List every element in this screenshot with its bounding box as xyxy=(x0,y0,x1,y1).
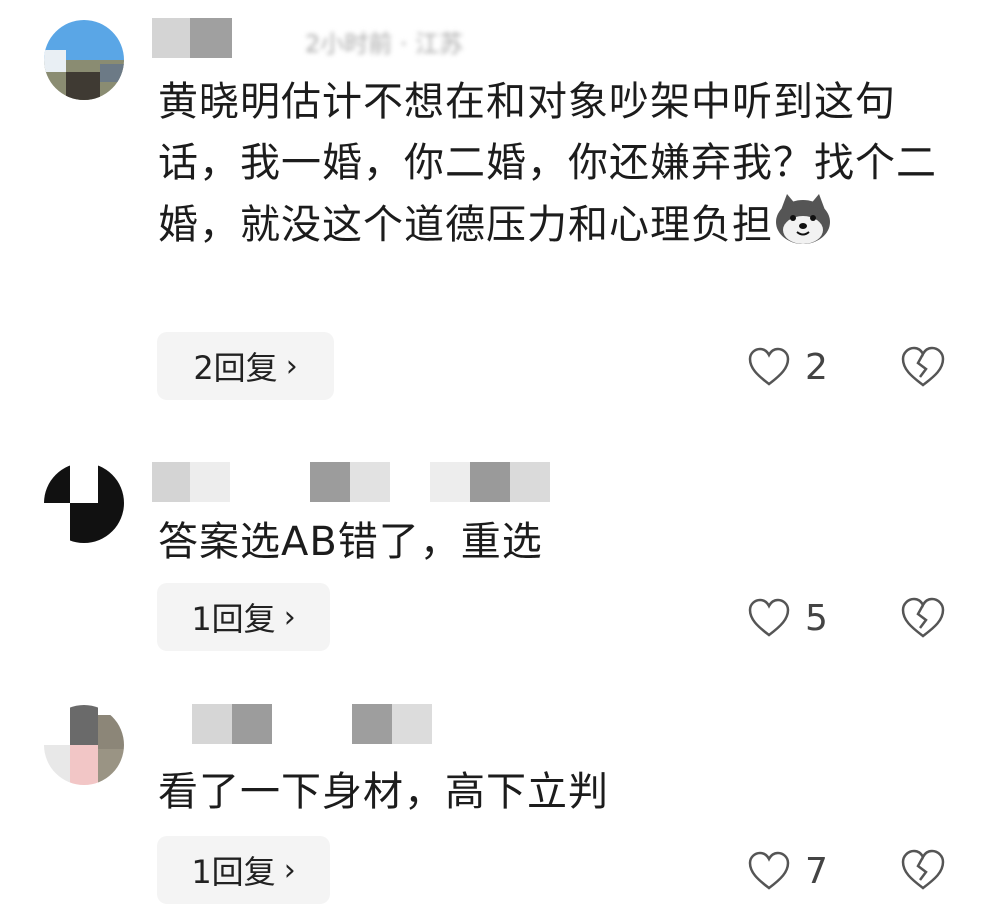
reply-label: 2回复 xyxy=(193,349,278,387)
comment-meta: 2小时前 · 江苏 xyxy=(305,30,464,58)
heart-outline-icon xyxy=(748,851,790,890)
dislike-button[interactable] xyxy=(900,345,946,391)
chevron-right-icon: › xyxy=(283,852,296,888)
dog-emoji-icon xyxy=(776,194,830,244)
avatar[interactable] xyxy=(44,705,124,785)
reply-label: 1回复 xyxy=(191,600,276,638)
chevron-right-icon: › xyxy=(283,599,296,635)
reply-button[interactable]: 1回复 › xyxy=(157,583,330,651)
avatar[interactable] xyxy=(44,463,124,543)
heart-outline-icon xyxy=(748,598,790,637)
heart-outline-icon xyxy=(748,347,790,386)
dislike-button[interactable] xyxy=(900,848,946,894)
username-pixelated[interactable] xyxy=(152,18,232,58)
like-count: 5 xyxy=(805,597,828,639)
comment-item: 答案选AB错了，重选 1回复 › 5 xyxy=(0,420,981,680)
dislike-button[interactable] xyxy=(900,596,946,642)
comment-item: 2小时前 · 江苏 黄晓明估计不想在和对象吵架中听到这句话，我一婚，你二婚，你还… xyxy=(0,0,981,420)
broken-heart-icon xyxy=(901,346,945,387)
like-button[interactable]: 2 xyxy=(747,342,828,392)
comment-text: 看了一下身材，高下立判 xyxy=(158,769,609,815)
like-button[interactable]: 5 xyxy=(747,593,828,643)
comment-item: 看了一下身材，高下立判 1回复 › 7 xyxy=(0,680,981,904)
chevron-right-icon: › xyxy=(285,348,298,384)
broken-heart-icon xyxy=(901,849,945,890)
comment-text: 答案选AB错了，重选 xyxy=(158,519,543,565)
username-pixelated[interactable] xyxy=(152,462,550,502)
reply-label: 1回复 xyxy=(191,853,276,891)
reply-button[interactable]: 1回复 › xyxy=(157,836,330,904)
like-button[interactable]: 7 xyxy=(747,846,828,896)
like-count: 2 xyxy=(805,346,828,388)
username-pixelated[interactable] xyxy=(192,704,432,744)
comment-text: 黄晓明估计不想在和对象吵架中听到这句话，我一婚，你二婚，你还嫌弃我？找个二婚，就… xyxy=(158,79,937,248)
avatar[interactable] xyxy=(44,20,124,100)
reply-button[interactable]: 2回复 › xyxy=(157,332,334,400)
like-count: 7 xyxy=(805,850,828,892)
broken-heart-icon xyxy=(901,597,945,638)
